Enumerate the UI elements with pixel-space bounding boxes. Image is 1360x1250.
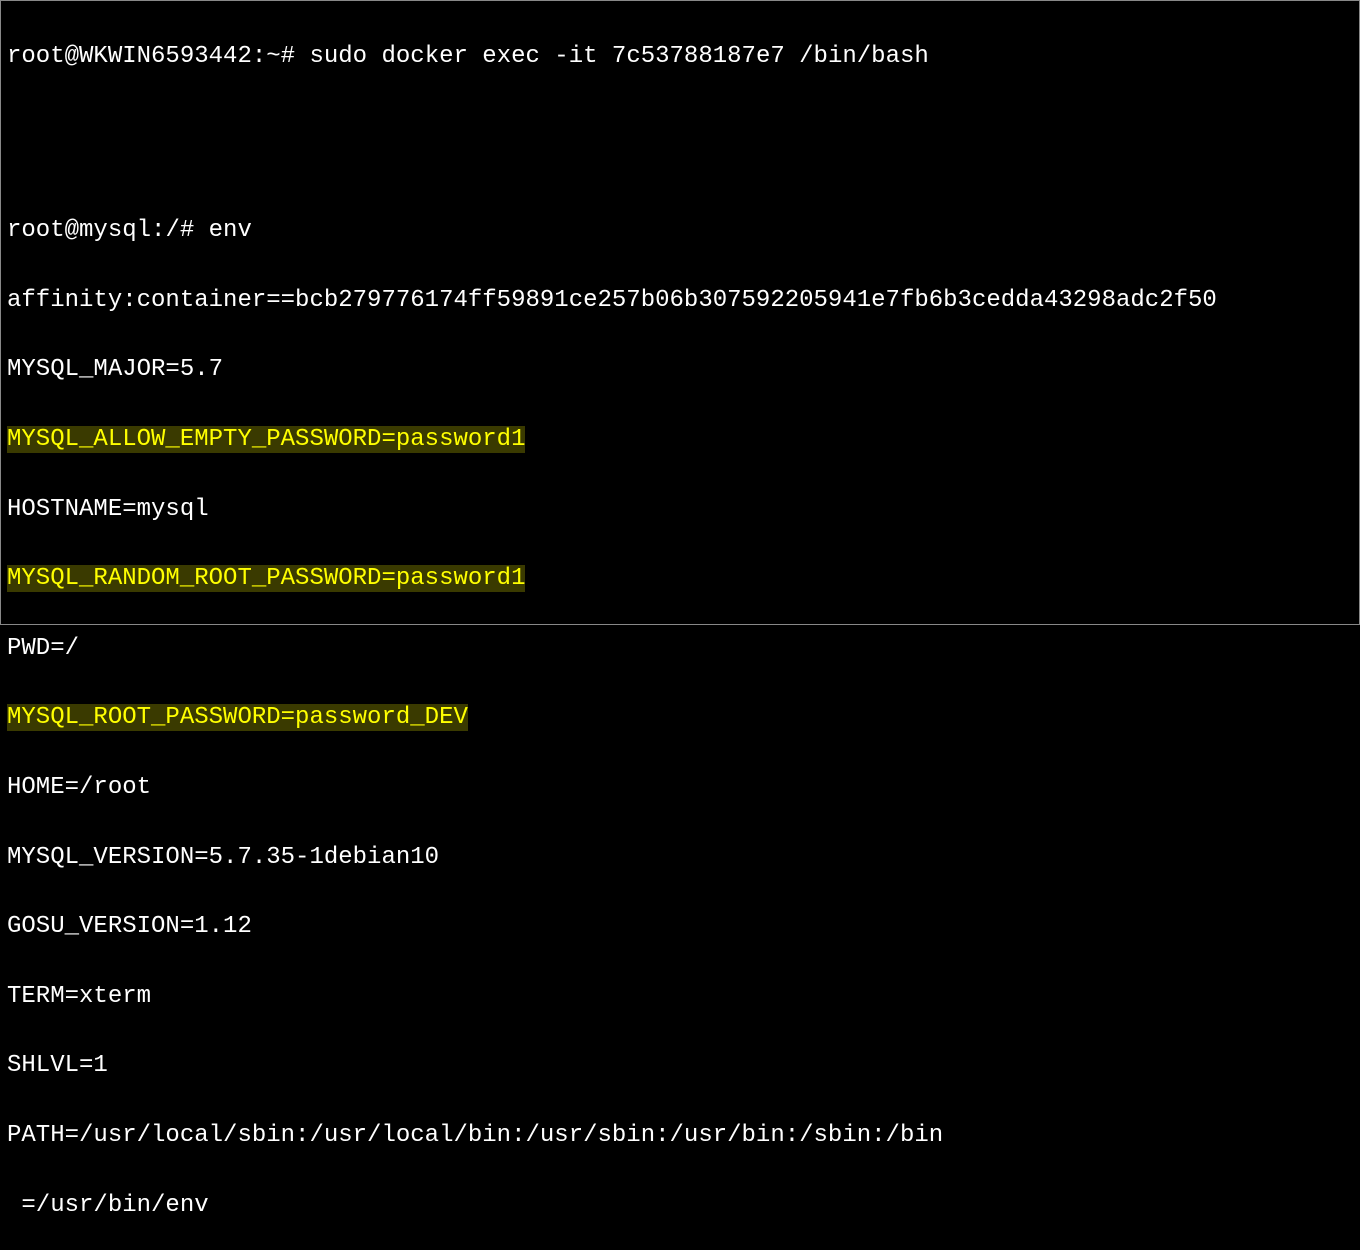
env-line: GOSU_VERSION=1.12 [7, 910, 1353, 945]
command-text: sudo docker exec -it 7c53788187e7 /bin/b… [309, 43, 928, 70]
prompt-path: / [165, 217, 179, 244]
highlighted-text: MYSQL_ALLOW_EMPTY_PASSWORD=password1 [7, 426, 525, 453]
env-line: SHLVL=1 [7, 1049, 1353, 1084]
redacted-line [7, 109, 1353, 179]
env-line: HOME=/root [7, 771, 1353, 806]
prompt-user-host: root@mysql [7, 217, 151, 244]
highlighted-text: MYSQL_ROOT_PASSWORD=password_DEV [7, 704, 468, 731]
env-line-highlighted: MYSQL_RANDOM_ROOT_PASSWORD=password1 [7, 562, 1353, 597]
terminal-output[interactable]: root@WKWIN6593442:~# sudo docker exec -i… [7, 5, 1353, 1250]
env-line: TERM=xterm [7, 980, 1353, 1015]
env-line-highlighted: MYSQL_ROOT_PASSWORD=password_DEV [7, 701, 1353, 736]
env-line-highlighted: MYSQL_ALLOW_EMPTY_PASSWORD=password1 [7, 423, 1353, 458]
redacted-block [7, 109, 407, 179]
prompt-line-1: root@WKWIN6593442:~# sudo docker exec -i… [7, 40, 1353, 75]
prompt-user-host: root@WKWIN6593442 [7, 43, 252, 70]
env-line: =/usr/bin/env [7, 1189, 1353, 1224]
env-line: affinity:container==bcb279776174ff59891c… [7, 284, 1353, 319]
command-text: env [209, 217, 252, 244]
prompt-symbol: # [180, 217, 194, 244]
env-line: MYSQL_VERSION=5.7.35-1debian10 [7, 841, 1353, 876]
prompt-symbol: # [281, 43, 295, 70]
env-line: HOSTNAME=mysql [7, 493, 1353, 528]
highlighted-text: MYSQL_RANDOM_ROOT_PASSWORD=password1 [7, 565, 525, 592]
prompt-path: ~ [266, 43, 280, 70]
env-line: PWD=/ [7, 632, 1353, 667]
prompt-line-2: root@mysql:/# env [7, 214, 1353, 249]
env-line: PATH=/usr/local/sbin:/usr/local/bin:/usr… [7, 1119, 1353, 1154]
env-line: MYSQL_MAJOR=5.7 [7, 353, 1353, 388]
